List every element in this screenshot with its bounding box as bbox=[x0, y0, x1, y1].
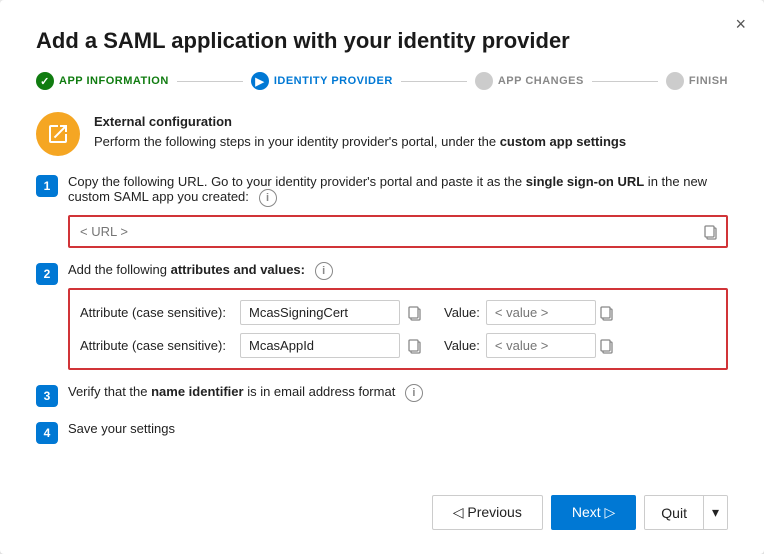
numbered-step-2: 2 Add the following attributes and value… bbox=[36, 262, 728, 370]
stepper-step-identity-provider: ▶ IDENTITY PROVIDER bbox=[251, 72, 393, 90]
step-icon-done: ✓ bbox=[36, 72, 54, 90]
step-label-app-info: APP INFORMATION bbox=[59, 75, 169, 87]
attr-table: Attribute (case sensitive): Value: bbox=[68, 288, 728, 370]
step1-text-bold: single sign-on URL bbox=[526, 174, 644, 189]
step-icon-inactive-2 bbox=[666, 72, 684, 90]
attr-val-2[interactable] bbox=[240, 333, 400, 358]
numbered-step-4: 4 Save your settings bbox=[36, 421, 728, 444]
numbered-step-3: 3 Verify that the name identifier is in … bbox=[36, 384, 728, 407]
val-copy-icon-1[interactable] bbox=[596, 302, 618, 324]
attr-row-1: Attribute (case sensitive): Value: bbox=[80, 296, 716, 329]
attr-label-2: Attribute (case sensitive): bbox=[80, 338, 240, 353]
ext-config-icon bbox=[36, 112, 80, 156]
step-num-1: 1 bbox=[36, 175, 58, 197]
stepper-step-app-changes: APP CHANGES bbox=[475, 72, 584, 90]
val-input-1[interactable] bbox=[486, 300, 596, 325]
step-line-3 bbox=[592, 81, 658, 82]
attr-label-1: Attribute (case sensitive): bbox=[80, 305, 240, 320]
step3-text-start: Verify that the bbox=[68, 384, 151, 399]
step1-text-start: Copy the following URL. Go to your ident… bbox=[68, 174, 526, 189]
dialog-title: Add a SAML application with your identit… bbox=[36, 28, 728, 54]
copy-icon[interactable] bbox=[700, 221, 722, 243]
step-num-2: 2 bbox=[36, 263, 58, 285]
numbered-step-1: 1 Copy the following URL. Go to your ide… bbox=[36, 174, 728, 248]
val-label-1: Value: bbox=[444, 305, 480, 320]
step3-text-end: is in email address format bbox=[244, 384, 396, 399]
step-num-3: 3 bbox=[36, 385, 58, 407]
dialog: × Add a SAML application with your ident… bbox=[0, 0, 764, 554]
steps-list: 1 Copy the following URL. Go to your ide… bbox=[36, 174, 728, 458]
quit-button[interactable]: Quit bbox=[645, 496, 703, 529]
next-button[interactable]: Next ▷ bbox=[551, 495, 636, 530]
step3-info-icon[interactable]: i bbox=[405, 384, 423, 402]
val-copy-icon-2[interactable] bbox=[596, 335, 618, 357]
step-num-4: 4 bbox=[36, 422, 58, 444]
attr-copy-icon-2[interactable] bbox=[404, 335, 426, 357]
step2-text-bold: attributes and values: bbox=[171, 262, 305, 277]
step-label-identity-provider: IDENTITY PROVIDER bbox=[274, 75, 393, 87]
step-label-finish: FINISH bbox=[689, 75, 728, 87]
ext-config-desc-bold: custom app settings bbox=[500, 134, 626, 149]
step1-info-icon[interactable]: i bbox=[259, 189, 277, 207]
step-content-2: Add the following attributes and values:… bbox=[68, 262, 728, 370]
step-line-1 bbox=[177, 81, 243, 82]
close-button[interactable]: × bbox=[735, 14, 746, 35]
step-line-2 bbox=[401, 81, 467, 82]
step-icon-active: ▶ bbox=[251, 72, 269, 90]
quit-dropdown-button[interactable]: ▾ bbox=[703, 496, 727, 529]
attr-val-1[interactable] bbox=[240, 300, 400, 325]
step-content-1: Copy the following URL. Go to your ident… bbox=[68, 174, 728, 248]
attr-row-2: Attribute (case sensitive): Value: bbox=[80, 329, 716, 362]
step2-info-icon[interactable]: i bbox=[315, 262, 333, 280]
step2-text-start: Add the following bbox=[68, 262, 171, 277]
step-icon-inactive-1 bbox=[475, 72, 493, 90]
ext-config-text: External configuration Perform the follo… bbox=[94, 112, 626, 151]
previous-button[interactable]: ◁ Previous bbox=[432, 495, 543, 530]
stepper-step-finish: FINISH bbox=[666, 72, 728, 90]
stepper-step-app-info: ✓ APP INFORMATION bbox=[36, 72, 169, 90]
step3-text-bold: name identifier bbox=[151, 384, 243, 399]
step-content-3: Verify that the name identifier is in em… bbox=[68, 384, 728, 402]
ext-config-desc-start: Perform the following steps in your iden… bbox=[94, 134, 500, 149]
val-label-2: Value: bbox=[444, 338, 480, 353]
step-content-4: Save your settings bbox=[68, 421, 728, 436]
val-input-2[interactable] bbox=[486, 333, 596, 358]
url-row bbox=[68, 215, 728, 248]
quit-split-button: Quit ▾ bbox=[644, 495, 728, 530]
step-label-app-changes: APP CHANGES bbox=[498, 75, 584, 87]
url-input[interactable] bbox=[70, 217, 700, 246]
dialog-footer: ◁ Previous Next ▷ Quit ▾ bbox=[36, 477, 728, 530]
step4-text: Save your settings bbox=[68, 421, 175, 436]
attr-copy-icon-1[interactable] bbox=[404, 302, 426, 324]
ext-config-title: External configuration bbox=[94, 114, 232, 129]
stepper: ✓ APP INFORMATION ▶ IDENTITY PROVIDER AP… bbox=[36, 72, 728, 90]
ext-config-header: External configuration Perform the follo… bbox=[36, 112, 728, 156]
